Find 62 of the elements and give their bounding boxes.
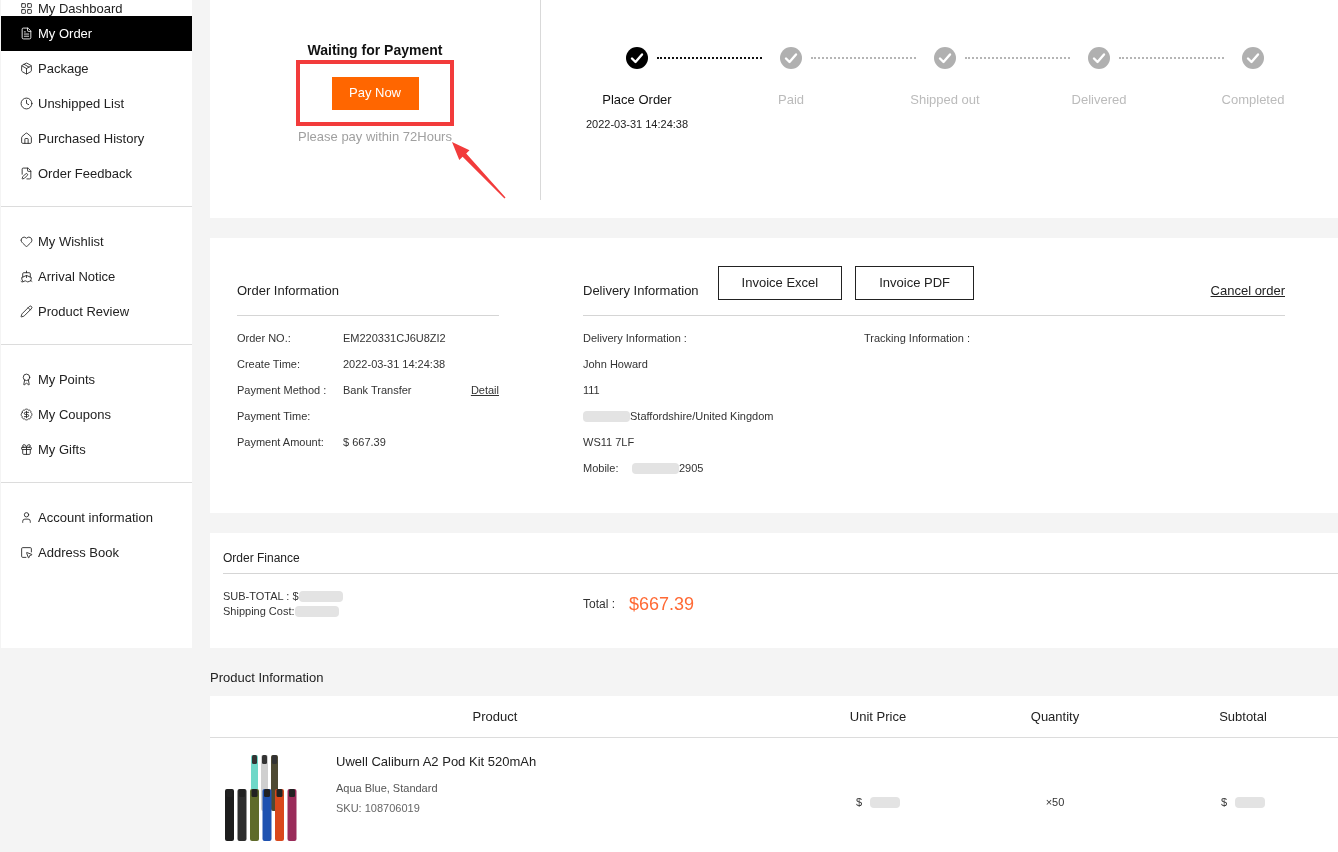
address-line: WS11 7LF bbox=[583, 434, 635, 450]
cancel-order-link[interactable]: Cancel order bbox=[1210, 280, 1285, 301]
finance-label: Shipping Cost: bbox=[223, 604, 295, 619]
gift-icon bbox=[20, 443, 33, 456]
payment-deadline-note: Please pay within 72Hours bbox=[298, 129, 452, 145]
product-name: Uwell Caliburn A2 Pod Kit 520mAh bbox=[336, 754, 537, 770]
step-label: Completed bbox=[1221, 92, 1285, 108]
column-header: Unit Price bbox=[849, 707, 907, 726]
cursor-square-icon bbox=[20, 546, 33, 559]
section-heading: Product Information bbox=[210, 670, 324, 686]
subtotal-value: $ bbox=[1220, 795, 1228, 810]
user-icon bbox=[20, 511, 33, 524]
section-heading: Order Information bbox=[237, 281, 339, 300]
status-title: Waiting for Payment bbox=[307, 41, 443, 59]
document-edit-icon bbox=[20, 167, 33, 180]
address-line: 111 bbox=[583, 382, 600, 398]
detail-link[interactable]: Detail bbox=[470, 381, 499, 399]
step-label: Shipped out bbox=[910, 92, 980, 108]
address-line: John Howard bbox=[583, 356, 648, 372]
award-icon bbox=[20, 373, 33, 386]
field-value: $ 667.39 bbox=[343, 434, 386, 450]
field-label: Order NO.: bbox=[237, 330, 292, 346]
address-line: Staffordshire/United Kingdom bbox=[630, 408, 774, 424]
field-label: Payment Time: bbox=[237, 408, 312, 424]
unit-price-value: $ bbox=[855, 795, 863, 810]
dollar-badge-icon bbox=[20, 408, 33, 421]
column-header: Product bbox=[472, 707, 518, 726]
field-value: Bank Transfer bbox=[343, 382, 412, 398]
step-label: Place Order bbox=[602, 92, 672, 108]
total-label: Total : bbox=[583, 596, 615, 613]
package-icon bbox=[20, 62, 33, 75]
field-label: Payment Amount: bbox=[237, 434, 325, 450]
product-variant: Aqua Blue, Standard bbox=[336, 781, 439, 796]
column-header: Subtotal bbox=[1219, 707, 1267, 726]
invoice-button[interactable]: Invoice Excel bbox=[717, 266, 843, 300]
field-label: Tracking Information : bbox=[864, 330, 970, 346]
total-amount: $667.39 bbox=[629, 593, 695, 616]
ship-icon bbox=[20, 270, 33, 283]
step-date: 2022-03-31 14:24:38 bbox=[585, 117, 689, 131]
field-label: Payment Method : bbox=[237, 382, 328, 398]
invoice-button[interactable]: Invoice PDF bbox=[855, 266, 974, 300]
house-icon bbox=[20, 132, 33, 145]
sidebar-item[interactable]: My Order bbox=[1, 16, 192, 51]
field-value: EM220331CJ6U8ZI2 bbox=[343, 330, 446, 346]
field-label: Delivery Information : bbox=[583, 330, 687, 346]
step-label: Delivered bbox=[1071, 92, 1127, 108]
pencil-icon bbox=[20, 305, 33, 318]
heart-icon bbox=[20, 235, 33, 248]
section-heading: Delivery Information bbox=[583, 281, 699, 300]
column-header: Quantity bbox=[1030, 707, 1080, 726]
field-value: 2022-03-31 14:24:38 bbox=[343, 356, 446, 372]
finance-label: SUB-TOTAL : $ bbox=[223, 589, 299, 604]
section-heading: Order Finance bbox=[223, 551, 300, 565]
product-sku: SKU: 108706019 bbox=[336, 801, 421, 816]
grid-icon bbox=[20, 1, 33, 15]
document-icon bbox=[20, 27, 33, 40]
step-label: Paid bbox=[778, 92, 804, 108]
quantity-value: ×50 bbox=[1045, 795, 1065, 810]
field-label: Create Time: bbox=[237, 356, 301, 372]
field-label: Mobile: bbox=[583, 460, 620, 476]
clock-icon bbox=[20, 97, 33, 110]
address-line: 2905 bbox=[679, 460, 704, 476]
